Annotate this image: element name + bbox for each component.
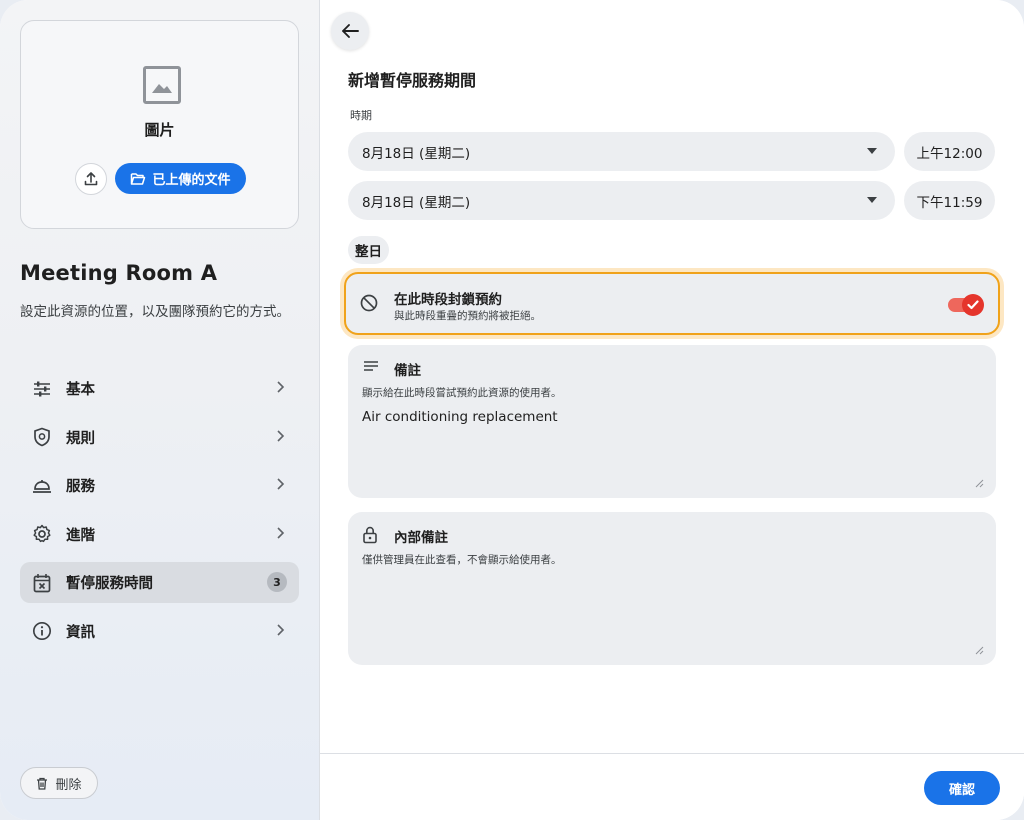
dialog-window: 圖片 已上傳的文件 Meeting Room A 設定此資源的位置，以及團隊預約… <box>0 0 1024 820</box>
check-icon <box>967 300 979 310</box>
nav-item-rules[interactable]: 規則 <box>20 417 299 458</box>
block-title: 在此時段封鎖預約 <box>394 292 502 308</box>
shield-icon <box>32 427 52 447</box>
notes-subtitle: 顯示給在此時段嘗試預約此資源的使用者。 <box>362 387 562 399</box>
notes-icon <box>364 361 378 371</box>
block-toggle[interactable] <box>948 294 984 316</box>
nav-item-label: 資訊 <box>66 624 95 641</box>
start-date-select[interactable]: 8月18日 (星期二) <box>348 132 895 171</box>
resource-image-card: 圖片 已上傳的文件 <box>20 20 299 229</box>
end-date-value: 8月18日 (星期二) <box>362 194 471 211</box>
service-bell-icon <box>32 476 52 496</box>
chevron-right-icon <box>277 429 285 442</box>
calendar-x-icon <box>32 573 52 593</box>
nav-item-label: 基本 <box>66 382 95 398</box>
nav-item-label: 規則 <box>66 430 95 447</box>
block-bookings-card[interactable]: 在此時段封鎖預約 與此時段重疊的預約將被拒絕。 <box>344 272 1000 335</box>
chevron-right-icon <box>277 381 285 393</box>
internal-notes-title: 內部備註 <box>394 530 448 546</box>
delete-label: 刪除 <box>55 777 82 793</box>
gear-icon <box>32 524 52 544</box>
upload-button[interactable] <box>75 163 107 195</box>
nav-item-services[interactable]: 服務 <box>20 465 299 506</box>
start-date-value: 8月18日 (星期二) <box>362 145 471 162</box>
toggle-knob <box>962 294 984 316</box>
lock-icon <box>363 526 377 544</box>
delete-button[interactable]: 刪除 <box>20 767 98 799</box>
settings-nav: 基本 規則 服務 進階 暫停服務時間 3 資訊 <box>20 368 299 659</box>
end-time-value: 下午11:59 <box>916 194 983 211</box>
uploaded-documents-button[interactable]: 已上傳的文件 <box>115 163 246 194</box>
internal-notes-card[interactable]: 內部備註 僅供管理員在此查看，不會顯示給使用者。 <box>348 512 996 665</box>
resize-handle-icon[interactable] <box>974 478 984 488</box>
chevron-right-icon <box>277 623 285 636</box>
resize-handle-icon[interactable] <box>974 645 984 655</box>
page-title: 新增暫停服務期間 <box>348 71 477 90</box>
nav-item-label: 進階 <box>66 527 95 544</box>
chevron-right-icon <box>277 478 285 490</box>
nav-item-blackout-periods[interactable]: 暫停服務時間 3 <box>20 562 299 603</box>
nav-item-label: 服務 <box>66 479 95 495</box>
image-label: 圖片 <box>144 121 175 139</box>
end-date-select[interactable]: 8月18日 (星期二) <box>348 181 895 220</box>
chevron-right-icon <box>277 526 285 539</box>
nav-item-basic[interactable]: 基本 <box>20 368 299 409</box>
nav-item-advanced[interactable]: 進階 <box>20 514 299 555</box>
resource-title: Meeting Room A <box>20 261 218 285</box>
period-label: 時期 <box>350 109 372 122</box>
folder-open-icon <box>131 172 146 185</box>
internal-notes-subtitle: 僅供管理員在此查看，不會顯示給使用者。 <box>362 554 562 566</box>
uploaded-documents-label: 已上傳的文件 <box>152 173 231 188</box>
count-badge: 3 <box>267 572 287 592</box>
nav-item-label: 暫停服務時間 <box>66 576 153 592</box>
confirm-button[interactable]: 確認 <box>924 771 1000 805</box>
back-button[interactable] <box>331 12 369 50</box>
upload-icon <box>84 172 98 186</box>
resource-description: 設定此資源的位置，以及團隊預約它的方式。 <box>20 304 290 320</box>
resource-sidebar: 圖片 已上傳的文件 Meeting Room A 設定此資源的位置，以及團隊預約… <box>0 0 320 820</box>
info-icon <box>32 621 52 641</box>
notes-textarea[interactable]: Air conditioning replacement <box>362 409 558 425</box>
start-time-select[interactable]: 上午12:00 <box>904 132 995 171</box>
blackout-form-panel: 新增暫停服務期間 時期 8月18日 (星期二) 上午12:00 8月18日 (星… <box>320 0 1024 820</box>
caret-down-icon <box>867 148 877 154</box>
notes-card[interactable]: 備註 顯示給在此時段嘗試預約此資源的使用者。 Air conditioning … <box>348 345 996 498</box>
caret-down-icon <box>867 197 877 203</box>
start-time-value: 上午12:00 <box>916 145 983 162</box>
nav-item-info[interactable]: 資訊 <box>20 611 299 652</box>
all-day-chip[interactable]: 整日 <box>348 236 389 264</box>
sliders-icon <box>32 379 52 399</box>
image-placeholder-icon <box>143 66 181 104</box>
end-time-select[interactable]: 下午11:59 <box>904 181 995 220</box>
trash-icon <box>37 777 48 790</box>
block-subtitle: 與此時段重疊的預約將被拒絕。 <box>394 310 541 322</box>
notes-title: 備註 <box>394 363 421 379</box>
block-icon <box>360 294 378 312</box>
dialog-footer: 確認 <box>320 753 1024 820</box>
arrow-left-icon <box>342 24 359 38</box>
